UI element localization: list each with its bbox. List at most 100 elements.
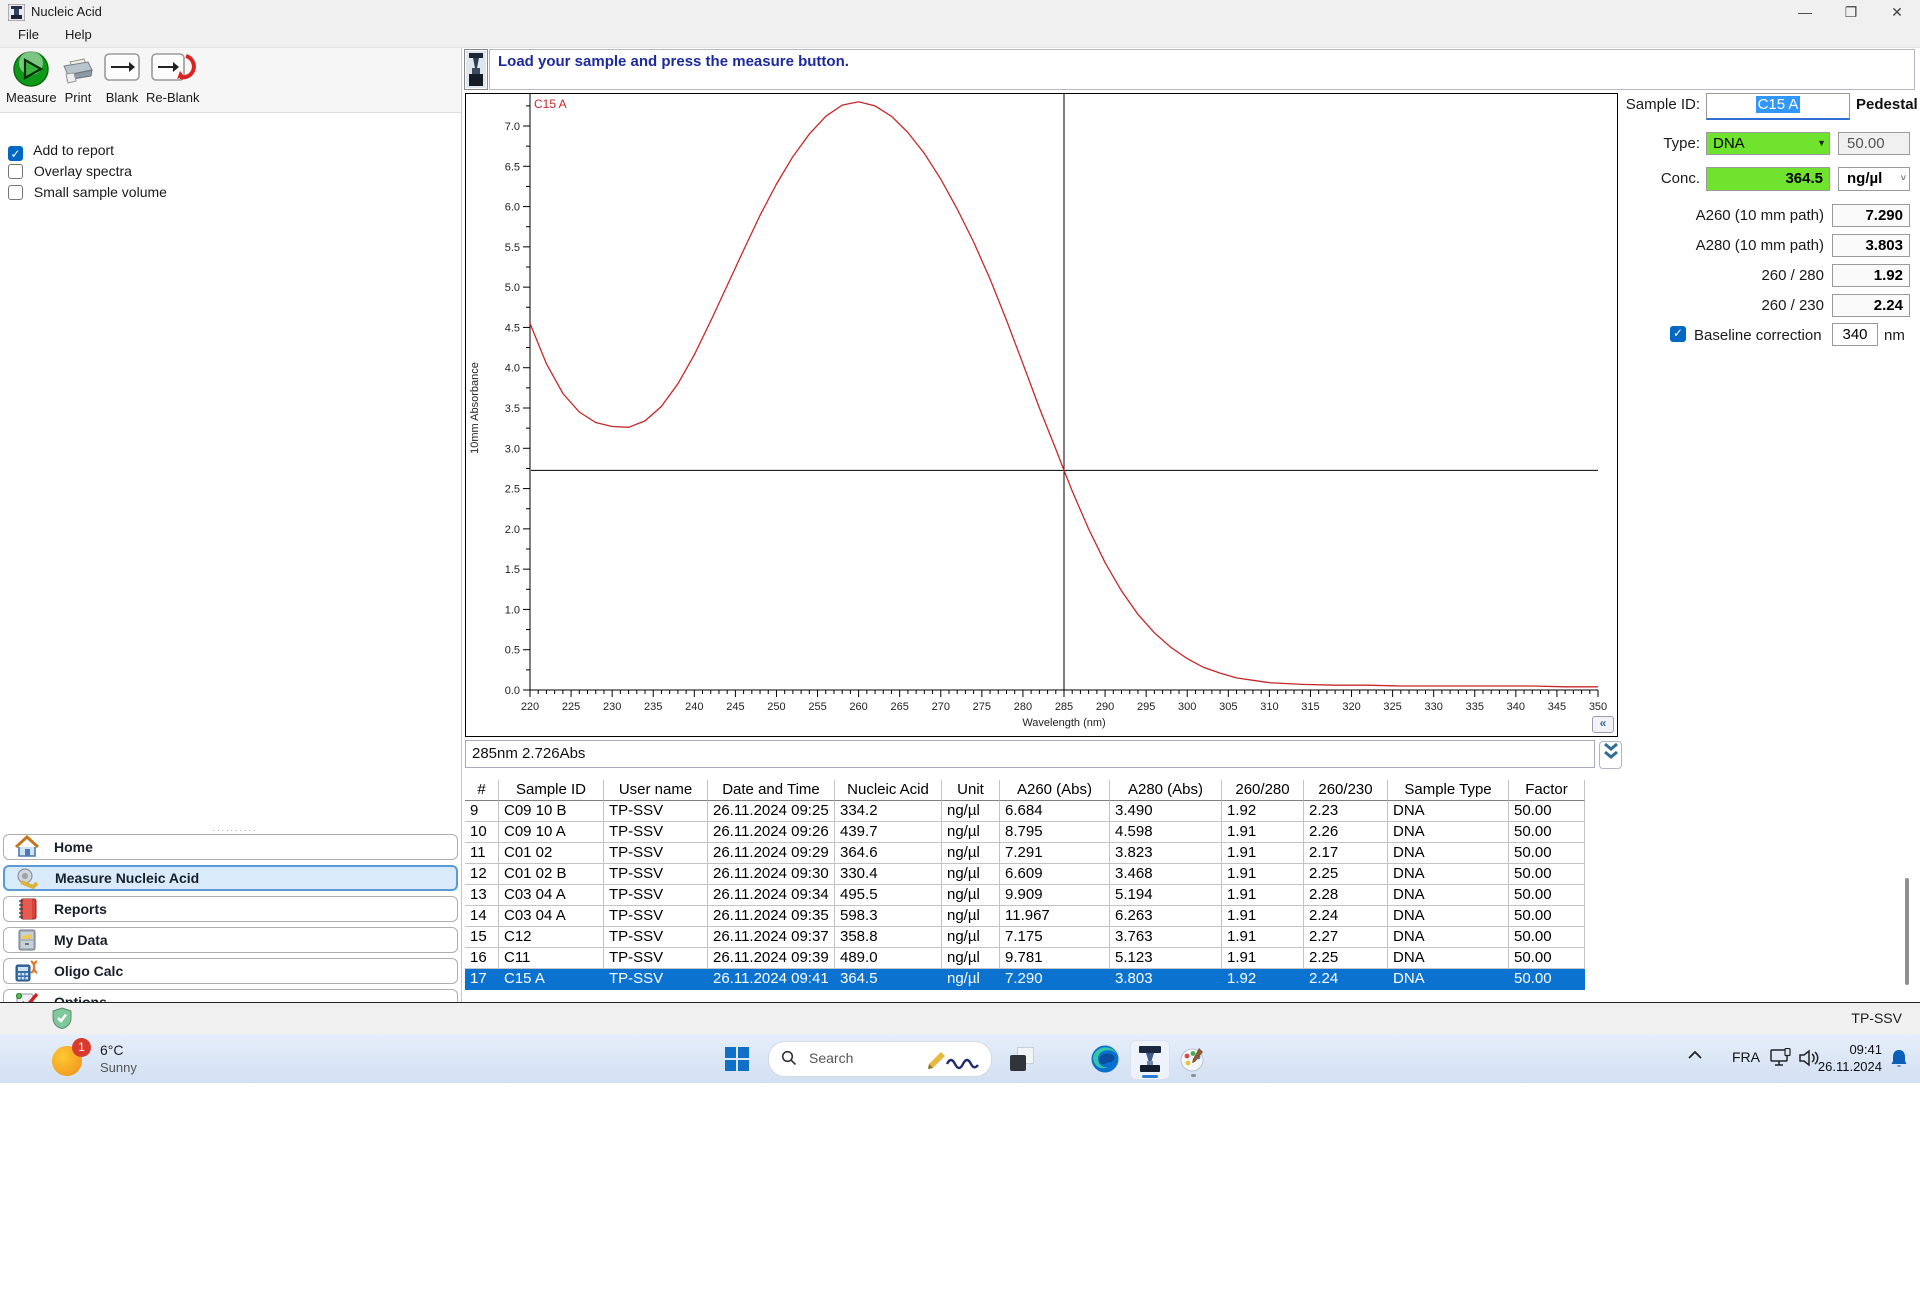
status-user-label: TP-SSV bbox=[1851, 1010, 1902, 1026]
table-cell: C01 02 B bbox=[499, 864, 604, 885]
readout-expand-button[interactable] bbox=[1599, 741, 1622, 769]
table-cell: TP-SSV bbox=[604, 969, 708, 990]
table-cell: 5.194 bbox=[1110, 885, 1222, 906]
column-header[interactable]: A280 (Abs) bbox=[1110, 780, 1222, 801]
column-header[interactable]: User name bbox=[604, 780, 708, 801]
table-row[interactable]: 11C01 02TP-SSV26.11.2024 09:29364.6ng/µl… bbox=[465, 843, 1585, 864]
column-header[interactable]: Sample ID bbox=[499, 780, 604, 801]
option-small-sample-volume[interactable]: Small sample volume bbox=[8, 184, 167, 202]
sidebar-item-label: Oligo Calc bbox=[54, 959, 123, 983]
taskbar-nucleic-acid-app-icon[interactable] bbox=[1130, 1040, 1170, 1080]
taskbar-edge-icon[interactable] bbox=[1086, 1040, 1124, 1078]
table-row[interactable]: 14C03 04 ATP-SSV26.11.2024 09:35598.3ng/… bbox=[465, 906, 1585, 927]
table-cell: 364.6 bbox=[835, 843, 942, 864]
table-cell: 1.91 bbox=[1222, 948, 1304, 969]
table-cell: 26.11.2024 09:34 bbox=[708, 885, 835, 906]
table-row[interactable]: 16C11TP-SSV26.11.2024 09:39489.0ng/µl9.7… bbox=[465, 948, 1585, 969]
table-cell: 9.909 bbox=[1000, 885, 1110, 906]
table-row[interactable]: 10C09 10 ATP-SSV26.11.2024 09:26439.7ng/… bbox=[465, 822, 1585, 843]
option-add-to-report[interactable]: ✓ Add to report bbox=[8, 142, 114, 160]
column-header[interactable]: Sample Type bbox=[1388, 780, 1509, 801]
blank-button[interactable]: Blank bbox=[102, 50, 142, 105]
network-icon[interactable] bbox=[1770, 1048, 1792, 1068]
table-row[interactable]: 12C01 02 BTP-SSV26.11.2024 09:30330.4ng/… bbox=[465, 864, 1585, 885]
instrument-thumbnail-icon[interactable] bbox=[464, 49, 488, 90]
table-row[interactable]: 17C15 ATP-SSV26.11.2024 09:41364.5ng/µl7… bbox=[465, 969, 1585, 990]
column-header[interactable]: Nucleic Acid bbox=[835, 780, 942, 801]
measure-button[interactable]: Measure bbox=[6, 50, 57, 105]
table-cell: 1.91 bbox=[1222, 885, 1304, 906]
spectrum-plot[interactable]: 0.00.51.01.52.02.53.03.54.04.55.05.56.06… bbox=[466, 94, 1617, 736]
option-overlay-spectra[interactable]: Overlay spectra bbox=[8, 163, 132, 181]
table-cell: 2.27 bbox=[1304, 927, 1388, 948]
volume-icon[interactable] bbox=[1798, 1048, 1820, 1068]
sidebar-item-reports[interactable]: Reports bbox=[3, 896, 458, 922]
table-row[interactable]: 13C03 04 ATP-SSV26.11.2024 09:34495.5ng/… bbox=[465, 885, 1585, 906]
table-cell: 50.00 bbox=[1509, 885, 1585, 906]
table-row[interactable]: 9C09 10 BTP-SSV26.11.2024 09:25334.2ng/µ… bbox=[465, 801, 1585, 822]
table-scrollbar[interactable] bbox=[1905, 878, 1909, 985]
close-button[interactable]: ✕ bbox=[1874, 0, 1920, 25]
table-cell: 15 bbox=[465, 927, 499, 948]
baseline-wavelength-field[interactable]: 340 bbox=[1832, 323, 1878, 346]
conc-unit-dropdown[interactable]: ng/µl ˅ bbox=[1838, 167, 1910, 191]
column-header[interactable]: 260/280 bbox=[1222, 780, 1304, 801]
spectrum-chart[interactable]: 0.00.51.01.52.02.53.03.54.04.55.05.56.06… bbox=[465, 93, 1618, 737]
clock[interactable]: 09:41 26.11.2024 bbox=[1818, 1041, 1882, 1075]
column-header[interactable]: Unit bbox=[942, 780, 1000, 801]
sample-id-input[interactable]: C15 A bbox=[1706, 93, 1850, 120]
result-value-field: 1.92 bbox=[1832, 264, 1910, 287]
table-cell: ng/µl bbox=[942, 906, 1000, 927]
sidebar-item-measure-nucleic-acid[interactable]: Measure Nucleic Acid bbox=[3, 865, 458, 891]
table-cell: 1.91 bbox=[1222, 927, 1304, 948]
weather-widget[interactable]: 1 6°C Sunny bbox=[52, 1038, 252, 1080]
svg-text:280: 280 bbox=[1014, 701, 1032, 713]
notification-bell-icon[interactable] bbox=[1890, 1049, 1908, 1069]
search-placeholder: Search bbox=[809, 1050, 853, 1066]
language-indicator[interactable]: FRA bbox=[1732, 1049, 1760, 1065]
re-blank-button[interactable]: Re-Blank bbox=[146, 50, 199, 105]
column-header[interactable]: # bbox=[465, 780, 499, 801]
baseline-correction-checkbox[interactable]: ✓ bbox=[1670, 326, 1686, 342]
message-text: Load your sample and press the measure b… bbox=[498, 53, 849, 70]
restore-button[interactable]: ❐ bbox=[1828, 0, 1874, 25]
column-header[interactable]: Date and Time bbox=[708, 780, 835, 801]
column-header[interactable]: Factor bbox=[1509, 780, 1585, 801]
svg-text:285: 285 bbox=[1055, 701, 1073, 713]
column-header[interactable]: A260 (Abs) bbox=[1000, 780, 1110, 801]
start-button[interactable] bbox=[724, 1046, 750, 1072]
table-cell: DNA bbox=[1388, 801, 1509, 822]
table-cell: TP-SSV bbox=[604, 843, 708, 864]
search-box[interactable]: Search bbox=[768, 1041, 992, 1077]
svg-text:250: 250 bbox=[767, 701, 785, 713]
table-cell: 598.3 bbox=[835, 906, 942, 927]
tray-expand-chevron-icon[interactable] bbox=[1688, 1050, 1702, 1060]
sidebar-item-home[interactable]: Home bbox=[3, 834, 458, 860]
table-cell: 1.92 bbox=[1222, 801, 1304, 822]
checkbox-icon[interactable] bbox=[8, 164, 23, 179]
svg-text:245: 245 bbox=[726, 701, 744, 713]
sidebar-item-oligo-calc[interactable]: Oligo Calc bbox=[3, 958, 458, 984]
taskbar-paint-icon[interactable] bbox=[1174, 1040, 1212, 1078]
home-icon bbox=[14, 835, 40, 859]
checkbox-icon[interactable]: ✓ bbox=[8, 146, 23, 161]
type-dropdown[interactable]: DNA ▼ bbox=[1706, 132, 1830, 155]
column-header[interactable]: 260/230 bbox=[1304, 780, 1388, 801]
sidebar-item-my-data[interactable]: My Data bbox=[3, 927, 458, 953]
table-cell: DNA bbox=[1388, 906, 1509, 927]
minimize-button[interactable]: — bbox=[1782, 0, 1828, 25]
pedestal-mode-label: Pedestal bbox=[1856, 96, 1918, 113]
task-view-button[interactable] bbox=[1010, 1047, 1034, 1071]
table-cell: 26.11.2024 09:29 bbox=[708, 843, 835, 864]
result-label: 260 / 280 bbox=[1620, 267, 1824, 284]
table-row[interactable]: 15C12TP-SSV26.11.2024 09:37358.8ng/µl7.1… bbox=[465, 927, 1585, 948]
chart-collapse-button[interactable]: « bbox=[1592, 716, 1614, 733]
splitter-handle[interactable]: .......... bbox=[205, 823, 265, 833]
table-cell: 2.28 bbox=[1304, 885, 1388, 906]
checkbox-icon[interactable] bbox=[8, 185, 23, 200]
menu-file[interactable]: File bbox=[10, 25, 47, 44]
print-button[interactable]: Print bbox=[58, 50, 98, 105]
table-cell: 26.11.2024 09:30 bbox=[708, 864, 835, 885]
table-cell: 8.795 bbox=[1000, 822, 1110, 843]
menu-help[interactable]: Help bbox=[57, 25, 100, 44]
